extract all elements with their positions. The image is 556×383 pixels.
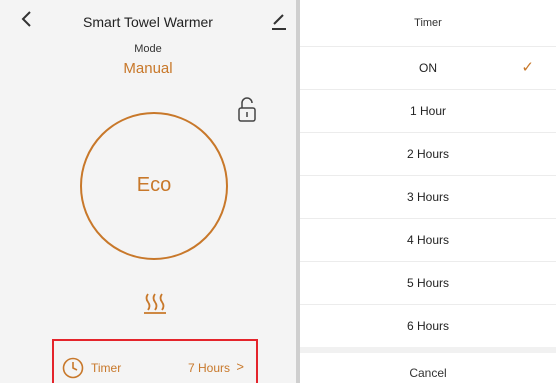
option-label: 2 Hours (406, 147, 450, 161)
mode-dial[interactable]: Eco (80, 112, 228, 260)
timer-sheet: Timer ON ✓ 1 Hour 2 Hours 3 Hours 4 Hour… (300, 0, 556, 383)
timer-row[interactable]: Timer 7 Hours > (52, 339, 258, 383)
option-label: 1 Hour (409, 104, 447, 118)
mode-value[interactable]: Manual (0, 60, 296, 77)
edit-button[interactable] (271, 13, 287, 31)
cancel-button[interactable]: Cancel (300, 353, 556, 383)
timer-option-6-hours[interactable]: 6 Hours (300, 305, 556, 348)
timer-option-3-hours[interactable]: 3 Hours (300, 176, 556, 219)
heat-waves-icon[interactable] (143, 291, 167, 315)
page-title: Smart Towel Warmer (83, 14, 213, 30)
back-button[interactable] (20, 10, 38, 30)
option-label: 4 Hours (406, 233, 450, 247)
option-label: 5 Hours (406, 276, 450, 290)
timer-option-on[interactable]: ON ✓ (300, 47, 556, 90)
option-label: 6 Hours (406, 319, 450, 333)
unlock-icon[interactable] (236, 96, 258, 124)
option-label: 3 Hours (406, 190, 450, 204)
timer-label: Timer (91, 361, 122, 375)
chevron-right-icon: > (236, 359, 244, 374)
timer-option-4-hours[interactable]: 4 Hours (300, 219, 556, 262)
mode-label: Mode (134, 43, 162, 55)
clock-icon (62, 357, 84, 379)
pencil-icon (272, 14, 286, 30)
timer-option-1-hour[interactable]: 1 Hour (300, 90, 556, 133)
device-panel: Smart Towel Warmer Mode Manual Eco Timer… (0, 0, 296, 383)
dial-label: Eco (136, 174, 172, 196)
checkmark-icon: ✓ (521, 59, 534, 76)
sheet-title: Timer (300, 0, 556, 47)
option-label: ON (419, 61, 437, 75)
chevron-left-icon (21, 11, 31, 27)
timer-option-2-hours[interactable]: 2 Hours (300, 133, 556, 176)
timer-option-5-hours[interactable]: 5 Hours (300, 262, 556, 305)
timer-value: 7 Hours (187, 361, 230, 375)
top-bar: Smart Towel Warmer (0, 0, 296, 40)
